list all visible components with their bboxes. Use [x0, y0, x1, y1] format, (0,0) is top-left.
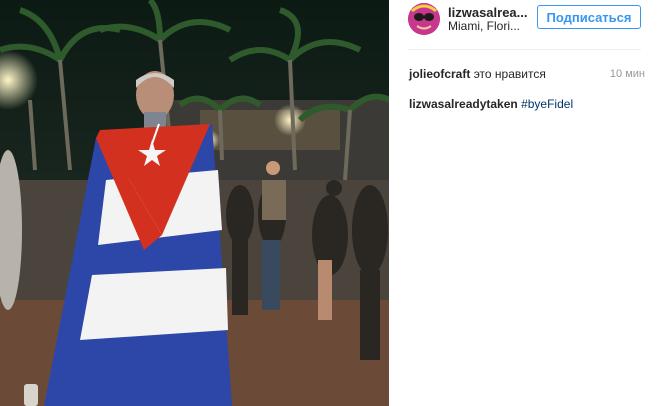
- comment-user[interactable]: lizwasalreadytaken: [409, 97, 518, 111]
- comment-2: lizwasalreadytaken #byeFidel: [409, 97, 573, 111]
- comment-text: это нравится: [473, 67, 546, 81]
- post-location[interactable]: Miami, Flori...: [448, 19, 520, 33]
- comment-1: jolieofcraft это нравится: [409, 67, 546, 81]
- header-divider: [408, 49, 641, 50]
- avatar[interactable]: [408, 3, 440, 35]
- post-username[interactable]: lizwasalrea...: [448, 5, 528, 20]
- comment-time[interactable]: 10 мин: [610, 68, 645, 80]
- hashtag-link[interactable]: #byeFidel: [521, 97, 573, 111]
- post-photo[interactable]: [0, 0, 389, 406]
- comment-user[interactable]: jolieofcraft: [409, 67, 470, 81]
- post-header: lizwasalrea... Miami, Flori... Подписать…: [389, 0, 660, 50]
- photo-scene: [0, 0, 389, 406]
- follow-button[interactable]: Подписаться: [537, 5, 641, 29]
- post-sidebar: lizwasalrea... Miami, Flori... Подписать…: [389, 0, 660, 406]
